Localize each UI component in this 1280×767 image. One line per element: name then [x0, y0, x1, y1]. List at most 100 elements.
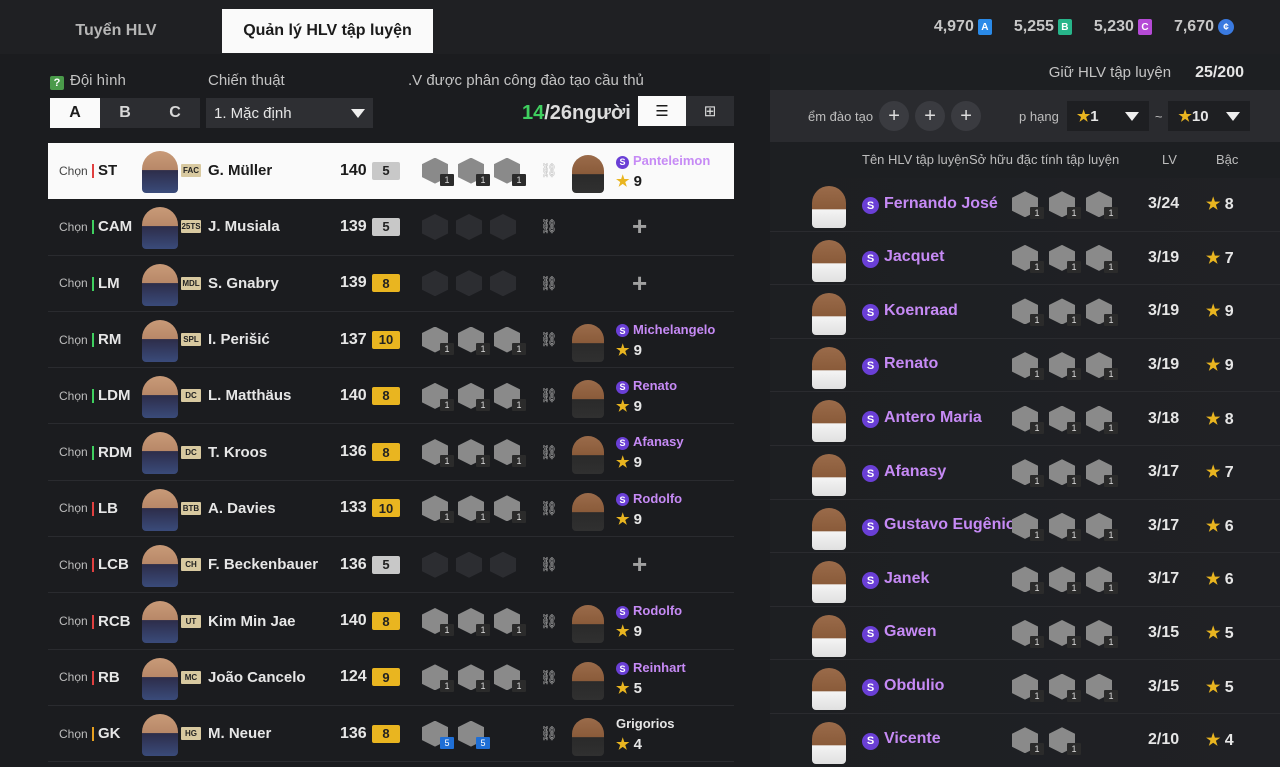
link-icon[interactable]: ⛓	[540, 556, 558, 573]
coach-avatar[interactable]	[572, 605, 604, 644]
coach-filter-bar: ểm đào tạo + + + p hạng ★1 ~ ★10	[770, 90, 1280, 142]
add-point-filter-button[interactable]: +	[951, 101, 982, 131]
coach-row[interactable]: S Antero Maria 1 1 1 3/18 ★ 8	[770, 392, 1280, 446]
coach-avatar[interactable]	[572, 492, 604, 531]
select-label[interactable]: Chọn	[59, 445, 88, 459]
coach-row[interactable]: S Koenraad 1 1 1 3/19 ★ 9	[770, 285, 1280, 339]
coach-avatar[interactable]	[572, 661, 604, 700]
currency-icon: A	[977, 19, 992, 35]
player-panel: ? Đội hình Chiến thuật .V được phân công …	[0, 54, 770, 767]
tab-recruit-coach[interactable]: Tuyển HLV	[10, 9, 222, 53]
assigned-coach-name[interactable]: S Rodolfo	[616, 603, 682, 619]
coach-grade: ★ 8	[1206, 410, 1234, 428]
coach-avatar	[812, 721, 846, 764]
player-row[interactable]: Chọn CAM 25TS J. Musiala 139 5 ⛓ +	[48, 199, 734, 256]
select-label[interactable]: Chọn	[59, 501, 88, 515]
player-row[interactable]: Chọn RCB UT Kim Min Jae 140 8 111 ⛓ S Rod…	[48, 593, 734, 650]
assigned-coach-name[interactable]: S Renato	[616, 378, 677, 394]
select-label[interactable]: Chọn	[59, 670, 88, 684]
coach-row[interactable]: S Gawen 1 1 1 3/15 ★ 5	[770, 606, 1280, 661]
coach-row[interactable]: S Janek 1 1 1 3/17 ★ 6	[770, 553, 1280, 607]
player-row[interactable]: Chọn ST FAC G. Müller 140 5 111 ⛓ S Pante…	[48, 143, 734, 200]
player-row[interactable]: Chọn LB BTB A. Davies 133 10 111 ⛓ S Rodo…	[48, 481, 734, 538]
link-icon[interactable]: ⛓	[540, 725, 558, 742]
player-row[interactable]: Chọn GK HG M. Neuer 136 8 55 ⛓ Grigorios…	[48, 706, 734, 763]
star-icon: ★	[1206, 571, 1221, 589]
assigned-coach-name[interactable]: S Panteleimon	[616, 153, 710, 169]
add-coach-button[interactable]: +	[632, 268, 647, 299]
coach-avatar[interactable]	[572, 380, 604, 419]
coach-row[interactable]: S Afanasy 1 1 1 3/17 ★ 7	[770, 445, 1280, 500]
tactic-dropdown[interactable]: 1. Mặc định	[206, 98, 373, 128]
upgrade-grade: 10	[372, 330, 400, 349]
select-label[interactable]: Chọn	[59, 164, 88, 178]
coach-row[interactable]: S Renato 1 1 1 3/19 ★ 9	[770, 338, 1280, 393]
add-coach-button[interactable]: +	[632, 211, 647, 242]
add-point-filter-button[interactable]: +	[915, 101, 946, 131]
assigned-coach-name[interactable]: Grigorios	[616, 716, 675, 731]
formation-view-icon[interactable]: ⊞	[686, 96, 734, 126]
link-icon[interactable]: ⛓	[540, 444, 558, 461]
select-label[interactable]: Chọn	[59, 220, 88, 234]
coach-row[interactable]: S Jacquet 1 1 1 3/19 ★ 7	[770, 231, 1280, 286]
list-view-icon[interactable]: ☰	[638, 96, 686, 126]
rank-from-dropdown[interactable]: ★1	[1066, 101, 1149, 131]
select-label[interactable]: Chọn	[59, 389, 88, 403]
coach-row[interactable]: S Fernando José 1 1 1 3/24 ★ 8	[770, 178, 1280, 232]
coach-avatar[interactable]	[572, 323, 604, 362]
coach-row[interactable]: S Obdulio 1 1 1 3/15 ★ 5	[770, 660, 1280, 714]
player-row[interactable]: Chọn LM MDL S. Gnabry 139 8 ⛓ +	[48, 256, 734, 312]
link-icon[interactable]: ⛓	[540, 669, 558, 686]
player-row[interactable]: Chọn RB MC João Cancelo 124 9 111 ⛓ S Rei…	[48, 650, 734, 706]
player-row[interactable]: Chọn LDM DC L. Matthäus 140 8 111 ⛓ S Ren…	[48, 368, 734, 425]
coach-avatar[interactable]	[572, 717, 604, 756]
assigned-coach-name[interactable]: S Afanasy	[616, 434, 684, 450]
link-icon[interactable]: ⛓	[540, 500, 558, 517]
assigned-coach-name[interactable]: S Michelangelo	[616, 322, 715, 338]
coach-traits: 1 1 1	[1012, 459, 1118, 488]
player-avatar	[142, 713, 178, 756]
link-icon[interactable]: ⛓	[540, 218, 558, 235]
help-icon[interactable]: ?	[50, 76, 64, 90]
add-coach-button[interactable]: +	[632, 549, 647, 580]
col-lv[interactable]: LV	[1162, 152, 1177, 167]
assigned-coach-name[interactable]: S Reinhart	[616, 660, 686, 676]
star-icon: ★	[1076, 108, 1091, 125]
select-label[interactable]: Chọn	[59, 276, 88, 290]
team-c-button[interactable]: C	[150, 98, 200, 128]
currency-icon: C	[1137, 19, 1152, 35]
special-badge-icon: S	[862, 357, 879, 375]
player-row[interactable]: Chọn RM SPL I. Perišić 137 10 111 ⛓ S Mic…	[48, 312, 734, 369]
player-row[interactable]: Chọn LCB CH F. Beckenbauer 136 5 ⛓ +	[48, 537, 734, 594]
coach-grade: ★ 9	[616, 623, 642, 641]
link-icon[interactable]: ⛓	[540, 331, 558, 348]
select-label[interactable]: Chọn	[59, 614, 88, 628]
link-icon[interactable]: ⛓	[540, 162, 558, 179]
add-point-filter-button[interactable]: +	[879, 101, 910, 131]
col-name[interactable]: Tên HLV tập luyện	[862, 152, 969, 167]
team-b-button[interactable]: B	[100, 98, 150, 128]
assigned-coach-name[interactable]: S Rodolfo	[616, 491, 682, 507]
coach-grade: ★ 5	[1206, 678, 1234, 696]
rank-to-dropdown[interactable]: ★10	[1168, 101, 1251, 131]
link-icon[interactable]: ⛓	[540, 275, 558, 292]
coach-grade: ★ 9	[616, 510, 642, 528]
select-label[interactable]: Chọn	[59, 727, 88, 741]
coach-row[interactable]: S Gustavo Eugênio 1 1 1 3/17 ★ 6	[770, 499, 1280, 554]
link-icon[interactable]: ⛓	[540, 387, 558, 404]
player-row[interactable]: Chọn RDM DC T. Kroos 136 8 111 ⛓ S Afanas…	[48, 424, 734, 481]
coach-management-screen: Tuyển HLV Quản lý HLV tập luyện 4,970 A 5,…	[0, 0, 1280, 767]
select-label[interactable]: Chọn	[59, 558, 88, 572]
tab-manage-coach[interactable]: Quản lý HLV tập luyện	[222, 9, 433, 53]
coach-row[interactable]: S Vicente 1 1 2/10 ★ 4	[770, 713, 1280, 767]
col-traits[interactable]: Sở hữu đặc tính tập luyện	[969, 152, 1119, 167]
select-label[interactable]: Chọn	[59, 333, 88, 347]
col-grade[interactable]: Bậc	[1216, 152, 1238, 167]
team-a-button[interactable]: A	[50, 98, 100, 128]
coach-avatar[interactable]	[572, 155, 604, 193]
upgrade-grade: 8	[372, 443, 400, 462]
empty-trait-slot	[490, 270, 516, 297]
link-icon[interactable]: ⛓	[540, 613, 558, 630]
special-badge-icon: S	[862, 465, 879, 483]
coach-avatar[interactable]	[572, 436, 604, 475]
